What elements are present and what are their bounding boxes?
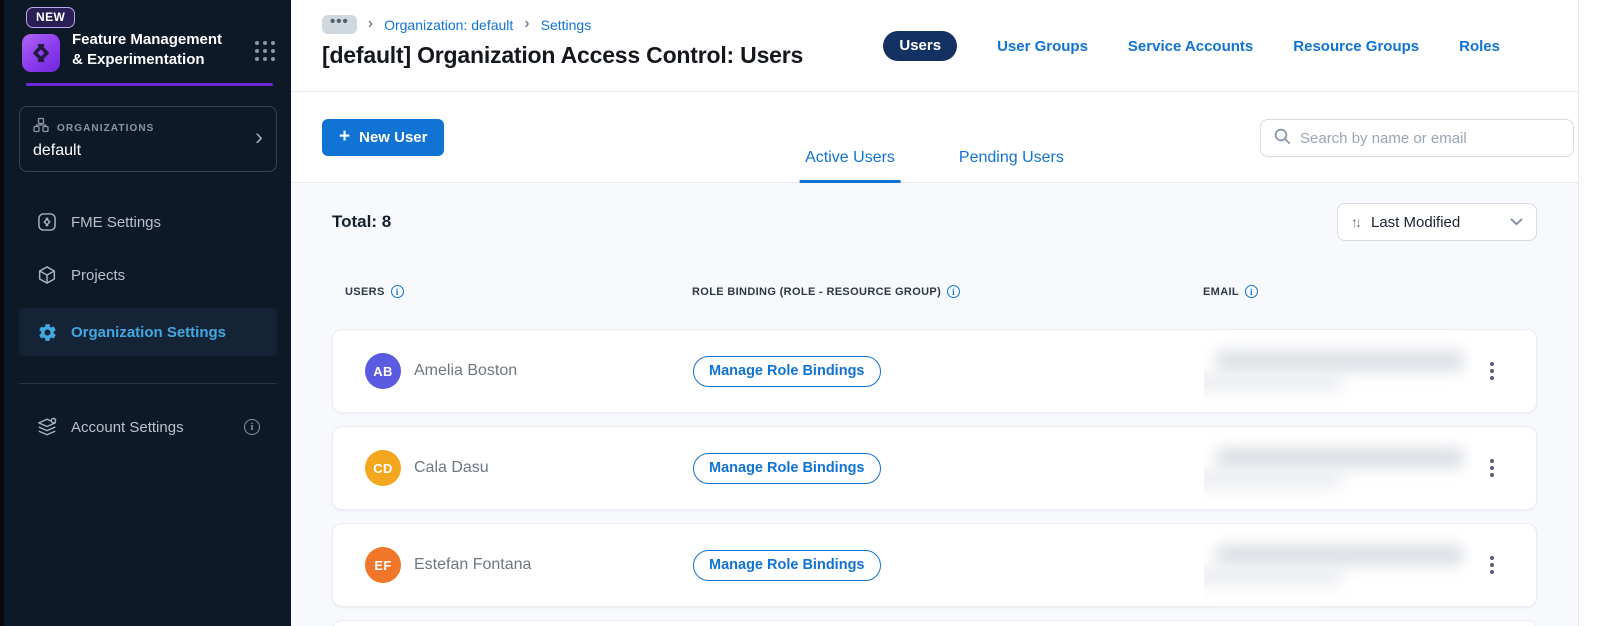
tab-roles[interactable]: Roles [1459,38,1500,55]
plus-icon: + [339,125,351,147]
app-title: Feature Management & Experimentation [72,31,223,69]
sidebar-item-organization-settings[interactable]: Organization Settings [19,308,277,356]
sidebar-item-label: FME Settings [71,213,162,231]
sidebar-header: NEW Feature Management & Experimentation [4,0,291,86]
total-count: Total: 8 [332,212,392,231]
avatar: AB [365,353,401,389]
table-row: EF Estefan Fontana Manage Role Bindings [332,523,1537,607]
tab-pending-users[interactable]: Pending Users [953,149,1070,183]
gear-icon [36,322,58,343]
chevron-right-icon: › [255,123,263,151]
organization-selector[interactable]: ORGANIZATIONS default › [19,106,277,172]
tab-active-users[interactable]: Active Users [799,149,901,183]
users-rows: AB Amelia Boston Manage Role Bindings CD… [332,329,1537,626]
organizations-label: ORGANIZATIONS [57,122,155,134]
sidebar-item-projects[interactable]: Projects [4,255,291,295]
email-redacted [1204,330,1472,412]
sidebar-nav: FME Settings Projects Organization Setti… [4,202,291,447]
account-info-icon[interactable]: i [244,419,260,435]
email-redacted [1204,427,1472,509]
background-window-strip [0,0,4,626]
column-header-role-binding: ROLE BINDING (ROLE - RESOURCE GROUP) i [692,285,1203,298]
search-icon [1273,127,1291,150]
search-box [1260,119,1574,157]
new-badge: NEW [26,7,76,28]
row-menu-kebab-icon[interactable] [1484,453,1500,483]
split-logo-icon[interactable] [22,34,60,72]
user-view-tabs: Active Users Pending Users [799,149,1070,183]
avatar: CD [365,450,401,486]
info-icon[interactable]: i [390,285,404,298]
email-redacted [1204,524,1472,606]
sidebar-item-label: Account Settings [71,418,184,436]
sidebar-item-account-settings[interactable]: Account Settings i [4,407,291,447]
row-menu-kebab-icon[interactable] [1484,550,1500,580]
chevron-right-icon: › [524,14,530,32]
main-panel: ••• › Organization: default › Settings [… [291,0,1578,626]
sort-label: Last Modified [1371,213,1461,231]
tab-users[interactable]: Users [883,31,958,61]
user-name: Estefan Fontana [414,556,532,573]
account-settings-icon [36,416,58,438]
breadcrumb-link-organization[interactable]: Organization: default [384,17,513,33]
manage-role-bindings-button[interactable]: Manage Role Bindings [693,549,881,581]
chevron-right-icon: › [367,14,374,32]
sidebar-item-fme-settings[interactable]: FME Settings [4,202,291,242]
fme-settings-icon [36,211,58,233]
app-grid-icon[interactable] [253,39,277,72]
scrollbar-gutter[interactable] [1578,0,1600,626]
organization-value: default [33,142,82,159]
user-cell: AB Amelia Boston [365,353,693,389]
table-row: CD Cala Dasu Manage Role Bindings [332,426,1537,510]
user-name: Amelia Boston [414,362,518,379]
column-header-users: USERS i [345,285,692,298]
sidebar-item-label: Projects [71,266,126,284]
org-hierarchy-icon [33,117,49,138]
users-list-section: Total: 8 ↑↓ Last Modified USERS i ROLE B… [291,183,1578,626]
column-header-email: EMAIL i [1203,285,1497,298]
search-input[interactable] [1300,129,1561,147]
sort-arrows-icon: ↑↓ [1351,214,1362,230]
row-menu-kebab-icon[interactable] [1484,356,1500,386]
toolbar: + New User Active Users Pending Users [291,92,1578,183]
sort-dropdown[interactable]: ↑↓ Last Modified [1337,203,1537,241]
manage-role-bindings-button[interactable]: Manage Role Bindings [693,452,881,484]
manage-role-bindings-button[interactable]: Manage Role Bindings [693,355,881,387]
tab-user-groups[interactable]: User Groups [997,38,1088,55]
new-user-button[interactable]: + New User [322,119,445,156]
tab-service-accounts[interactable]: Service Accounts [1128,38,1253,55]
breadcrumb-ellipsis[interactable]: ••• [322,14,357,34]
projects-icon [36,264,58,286]
tab-resource-groups[interactable]: Resource Groups [1293,38,1419,55]
sidebar-divider [19,383,277,384]
avatar: EF [365,547,401,583]
user-name: Cala Dasu [414,459,489,476]
access-control-tabs: Users User Groups Service Accounts Resou… [883,31,1500,61]
info-icon[interactable]: i [947,285,961,298]
table-header-row: USERS i ROLE BINDING (ROLE - RESOURCE GR… [332,285,1537,298]
sidebar-item-label: Organization Settings [71,323,227,341]
page-header: ••• › Organization: default › Settings [… [291,0,1578,92]
breadcrumb-link-settings[interactable]: Settings [541,17,592,33]
table-row: AB Amelia Boston Manage Role Bindings [332,329,1537,413]
brand-divider [26,83,273,86]
user-cell: CD Cala Dasu [365,450,693,486]
sidebar: NEW Feature Management & Experimentation [4,0,291,626]
table-row-partial [332,620,1537,626]
info-icon[interactable]: i [1244,285,1258,298]
chevron-down-icon [1510,218,1523,226]
user-cell: EF Estefan Fontana [365,547,693,583]
